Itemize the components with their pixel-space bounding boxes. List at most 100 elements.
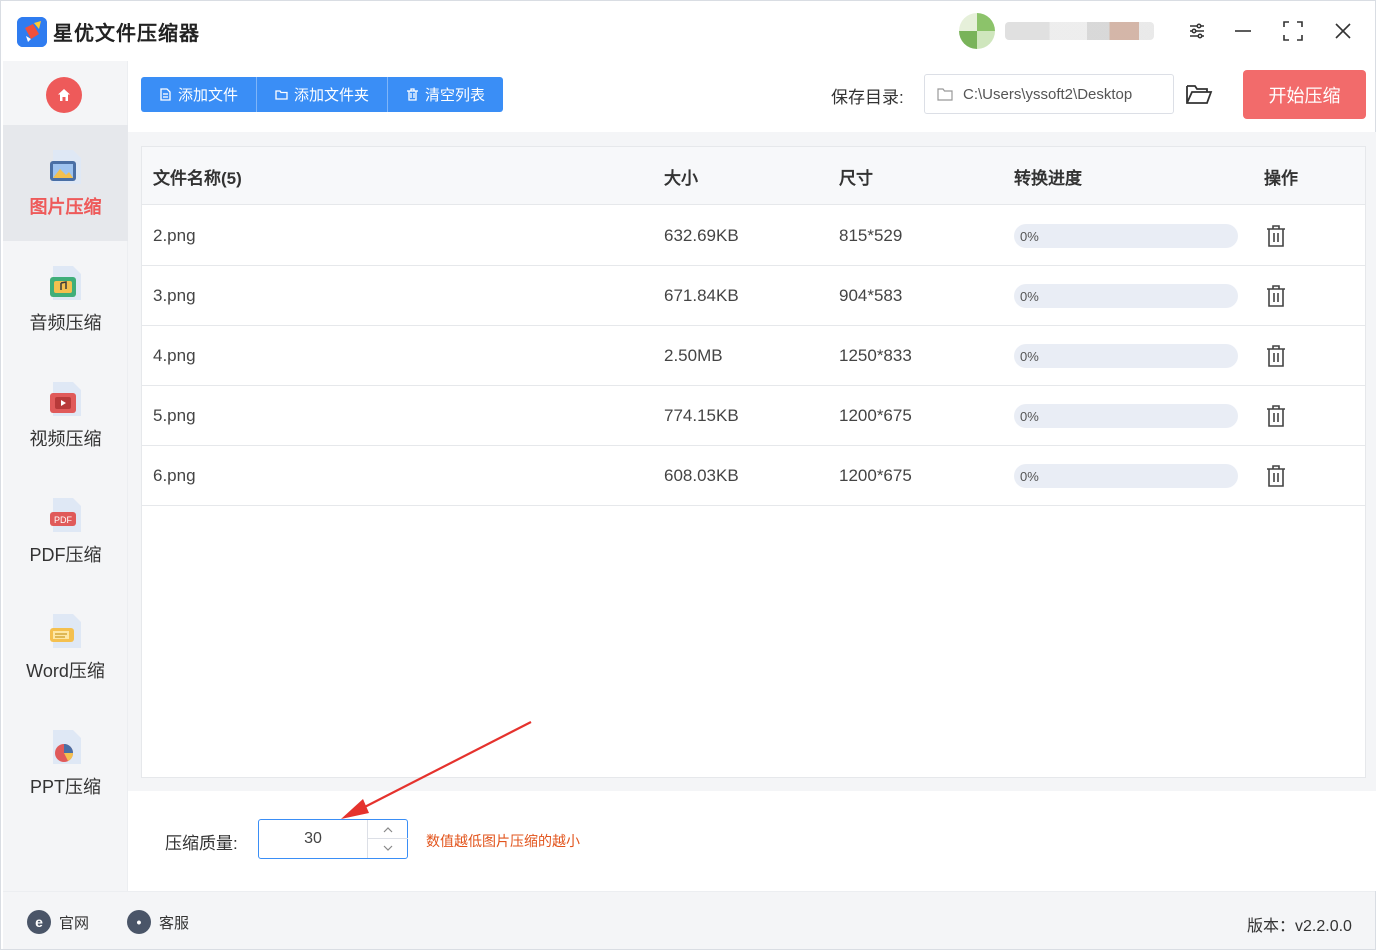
chevron-up-icon <box>383 826 393 832</box>
username-redacted <box>1004 22 1154 40</box>
table-row[interactable]: 5.png 774.15KB 1200*675 0% <box>142 386 1365 446</box>
quality-label: 压缩质量: <box>165 834 238 853</box>
progress-cell: 0% <box>1014 386 1238 446</box>
maximize-button[interactable] <box>1277 15 1309 47</box>
sidebar-item-image[interactable]: 图片压缩 <box>3 125 128 241</box>
delete-row-icon[interactable] <box>1265 326 1287 386</box>
file-name: 6.png <box>153 466 196 485</box>
quality-stepper[interactable]: 30 <box>258 819 408 859</box>
delete-row-icon[interactable] <box>1265 206 1287 266</box>
app-logo-icon <box>17 17 47 47</box>
app-window: 星优文件压缩器 图片压缩 音频压缩 视频压缩 PDF PDF压缩 Word压缩 … <box>0 0 1376 950</box>
support-link[interactable]: • 客服 <box>127 910 189 934</box>
table-header: 文件名称(5) 大小 尺寸 转换进度 操作 <box>142 147 1365 205</box>
ppt-icon <box>47 727 85 767</box>
decrement-button[interactable] <box>368 839 408 858</box>
file-name: 3.png <box>153 286 196 305</box>
header-size: 大小 <box>664 168 698 188</box>
sidebar-item-label: Word压缩 <box>26 661 105 681</box>
user-account[interactable] <box>959 13 1154 49</box>
pdf-icon: PDF <box>47 495 85 535</box>
add-file-button[interactable]: 添加文件 <box>141 77 258 112</box>
table-row[interactable]: 6.png 608.03KB 1200*675 0% <box>142 446 1365 506</box>
delete-row-icon[interactable] <box>1265 266 1287 326</box>
home-icon <box>58 89 70 101</box>
folder-icon <box>275 90 288 100</box>
progress-bar: 0% <box>1014 464 1238 488</box>
file-size: 2.50MB <box>664 346 723 365</box>
header-action: 操作 <box>1264 168 1298 188</box>
file-dimensions: 904*583 <box>839 286 903 305</box>
quality-hint: 数值越低图片压缩的越小 <box>426 833 580 849</box>
file-dimensions: 815*529 <box>839 226 903 245</box>
stepper-controls <box>367 820 408 858</box>
start-compress-button[interactable]: 开始压缩 <box>1243 70 1366 119</box>
delete-row-icon[interactable] <box>1265 386 1287 446</box>
file-size: 774.15KB <box>664 406 739 425</box>
website-label: 官网 <box>59 914 90 932</box>
sidebar-item-audio[interactable]: 音频压缩 <box>3 241 128 357</box>
title-bar: 星优文件压缩器 <box>1 1 1375 61</box>
add-file-label: 添加文件 <box>178 87 239 104</box>
table-row[interactable]: 3.png 671.84KB 904*583 0% <box>142 266 1365 326</box>
image-icon <box>47 147 85 187</box>
file-dimensions: 1200*675 <box>839 466 912 485</box>
support-label: 客服 <box>159 914 190 932</box>
annotation-arrow-icon <box>341 721 532 819</box>
sidebar-item-label: 图片压缩 <box>29 197 102 217</box>
app-title: 星优文件压缩器 <box>53 23 200 45</box>
file-name: 2.png <box>153 226 196 245</box>
sidebar-item-word[interactable]: Word压缩 <box>3 589 128 705</box>
website-link[interactable]: e 官网 <box>27 910 89 934</box>
save-dir-field[interactable]: C:\Users\yssoft2\Desktop <box>924 74 1174 114</box>
delete-row-icon[interactable] <box>1265 446 1287 506</box>
add-folder-button[interactable]: 添加文件夹 <box>257 77 389 112</box>
settings-icon[interactable] <box>1181 15 1213 47</box>
svg-text:PDF: PDF <box>54 515 73 525</box>
clear-list-button[interactable]: 清空列表 <box>388 77 503 112</box>
sidebar-item-ppt[interactable]: PPT压缩 <box>3 705 128 821</box>
home-button[interactable] <box>46 77 82 113</box>
clear-list-label: 清空列表 <box>425 87 486 104</box>
ie-icon: e <box>27 910 51 934</box>
file-dimensions: 1200*675 <box>839 406 912 425</box>
sidebar-item-label: PDF压缩 <box>29 545 102 565</box>
toolbar-button-group: 添加文件 添加文件夹 清空列表 <box>141 77 504 112</box>
chat-icon: • <box>127 910 151 934</box>
sidebar-item-label: 视频压缩 <box>29 429 102 449</box>
file-size: 608.03KB <box>664 466 739 485</box>
sidebar-item-pdf[interactable]: PDF PDF压缩 <box>3 473 128 589</box>
file-dimensions: 1250*833 <box>839 346 912 365</box>
minimize-button[interactable] <box>1227 15 1259 47</box>
header-dimensions: 尺寸 <box>839 168 873 188</box>
progress-bar: 0% <box>1014 344 1238 368</box>
save-dir-label: 保存目录: <box>831 88 904 107</box>
avatar[interactable] <box>959 13 995 49</box>
progress-bar: 0% <box>1014 224 1238 248</box>
file-size: 632.69KB <box>664 226 739 245</box>
sidebar-item-video[interactable]: 视频压缩 <box>3 357 128 473</box>
audio-icon <box>47 263 85 303</box>
open-folder-icon[interactable] <box>1185 81 1213 107</box>
sidebar-item-label: PPT压缩 <box>29 777 101 797</box>
close-button[interactable] <box>1327 15 1359 47</box>
footer: e 官网 • 客服 版本：v2.2.0.0 <box>3 891 1375 949</box>
table-row[interactable]: 4.png 2.50MB 1250*833 0% <box>142 326 1365 386</box>
video-icon <box>47 379 85 419</box>
file-name: 4.png <box>153 346 196 365</box>
add-folder-label: 添加文件夹 <box>294 87 370 104</box>
quality-value[interactable]: 30 <box>259 820 367 858</box>
file-name: 5.png <box>153 406 196 425</box>
file-table: 文件名称(5) 大小 尺寸 转换进度 操作 2.png 632.69KB 815… <box>141 146 1366 778</box>
table-row[interactable]: 2.png 632.69KB 815*529 0% <box>142 206 1365 266</box>
progress-cell: 0% <box>1014 266 1238 326</box>
folder-icon <box>937 88 953 101</box>
progress-bar: 0% <box>1014 284 1238 308</box>
version-label: 版本：v2.2.0.0 <box>1247 918 1352 935</box>
word-icon <box>47 611 85 651</box>
save-dir-value: C:\Users\yssoft2\Desktop <box>963 85 1133 103</box>
progress-bar: 0% <box>1014 404 1238 428</box>
file-icon <box>160 88 171 101</box>
progress-cell: 0% <box>1014 446 1238 506</box>
sidebar-item-label: 音频压缩 <box>29 313 102 333</box>
